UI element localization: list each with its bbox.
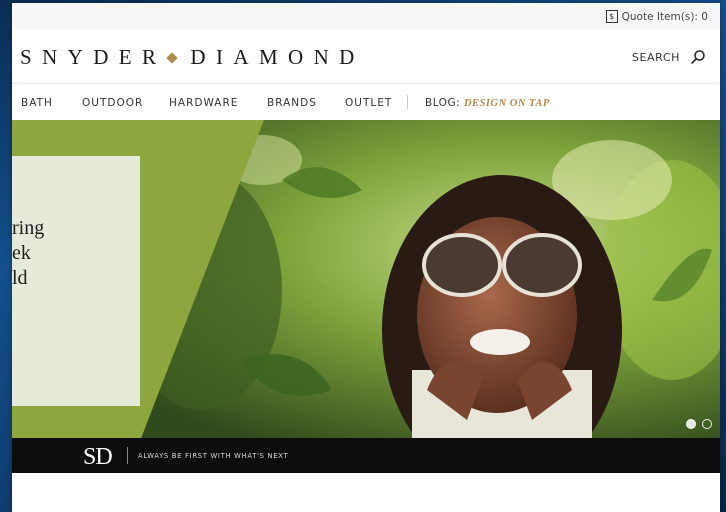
blog-title: DESIGN ON TAP — [463, 98, 550, 109]
carousel-dots — [686, 419, 712, 429]
banner-divider — [127, 447, 128, 464]
utility-bar: $ Quote Item(s): 0 — [12, 3, 720, 29]
nav-item-outdoor[interactable]: OUTDOOR — [82, 97, 143, 109]
banner-tagline: ALWAYS BE FIRST WITH WHAT'S NEXT — [138, 452, 289, 460]
nav-item-blog[interactable]: BLOG: DESIGN ON TAP — [425, 97, 550, 109]
carousel-dot-1[interactable] — [686, 419, 696, 429]
site-header: SNYDER DIAMOND SEARCH — [12, 29, 720, 84]
logo-word-snyder: SNYDER — [20, 45, 167, 69]
hero-line-1: ring — [12, 217, 45, 239]
nav-item-outlet[interactable]: OUTLET — [345, 97, 392, 109]
promo-banner[interactable]: SD ALWAYS BE FIRST WITH WHAT'S NEXT — [12, 438, 720, 473]
nav-item-brands[interactable]: BRANDS — [267, 97, 317, 109]
diamond-icon — [166, 51, 179, 64]
hero-carousel[interactable]: ring ek ld — [12, 120, 720, 441]
main-navigation: BATH OUTDOOR HARDWARE BRANDS OUTLET BLOG… — [12, 84, 720, 120]
blog-label: BLOG: — [425, 97, 461, 109]
dollar-icon: $ — [605, 10, 618, 23]
hero-line-3: ld — [12, 267, 28, 289]
quote-items-link[interactable]: $ Quote Item(s): 0 — [605, 10, 708, 23]
search-icon[interactable] — [690, 49, 706, 65]
logo-word-diamond: DIAMOND — [190, 45, 365, 69]
nav-divider — [407, 95, 408, 109]
hero-line-2: ek — [12, 242, 31, 264]
sd-monogram: SD — [83, 444, 113, 470]
carousel-dot-2[interactable] — [702, 419, 712, 429]
site-logo[interactable]: SNYDER DIAMOND — [20, 45, 365, 70]
search-button[interactable]: SEARCH — [632, 51, 680, 64]
hero-headline: ring ek ld — [12, 216, 44, 291]
nav-item-bath[interactable]: BATH — [21, 97, 53, 109]
quote-items-label: Quote Item(s): 0 — [621, 10, 708, 23]
nav-item-hardware[interactable]: HARDWARE — [169, 97, 238, 109]
browser-window: $ Quote Item(s): 0 SNYDER DIAMOND SEARCH… — [12, 3, 720, 512]
